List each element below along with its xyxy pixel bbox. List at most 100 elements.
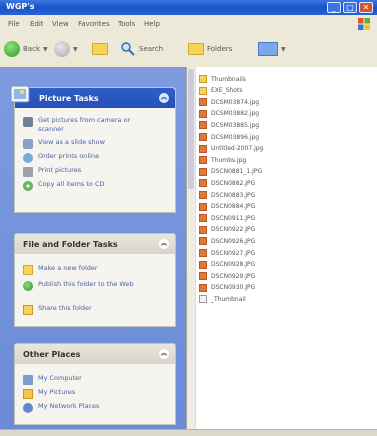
vertical-scrollbar[interactable] bbox=[187, 67, 196, 429]
file-item[interactable]: EXE_Shots bbox=[199, 85, 242, 97]
file-item[interactable]: DSCN0883.JPG bbox=[199, 189, 255, 201]
cd-icon bbox=[23, 181, 33, 191]
folder-icon bbox=[199, 75, 207, 83]
file-item[interactable]: DSCN0884.JPG bbox=[199, 201, 255, 213]
file-item[interactable]: DCSM03874.jpg bbox=[199, 96, 259, 108]
place-my-pictures[interactable]: My Pictures bbox=[23, 388, 156, 399]
file-item[interactable]: DSCN0930.JPG bbox=[199, 282, 255, 294]
collapse-chevron-icon[interactable]: ︽ bbox=[159, 239, 169, 249]
collapse-chevron-icon[interactable]: ︽ bbox=[159, 349, 169, 359]
file-name: DSCN0882.JPG bbox=[211, 179, 256, 187]
file-item[interactable]: Untitled-2007.jpg bbox=[199, 143, 263, 155]
title-bar[interactable]: WGP's _ □ ✕ bbox=[0, 0, 377, 15]
views-button[interactable]: ▼ bbox=[258, 40, 286, 58]
chevron-down-icon: ▼ bbox=[73, 45, 78, 53]
image-file-icon bbox=[199, 179, 207, 188]
file-item[interactable]: DSCN0911.JPG bbox=[199, 212, 255, 224]
back-button[interactable]: Back ▼ bbox=[4, 40, 48, 58]
file-name: Untitled-2007.jpg bbox=[211, 145, 264, 153]
file-name: DCSM03874.jpg bbox=[211, 98, 260, 106]
explorer-window: WGP's _ □ ✕ File Edit View Favorites Too… bbox=[0, 0, 377, 436]
file-item[interactable]: DSCN0929.JPG bbox=[199, 270, 255, 282]
slideshow-icon bbox=[23, 139, 33, 149]
task-order-prints[interactable]: Order prints online bbox=[23, 152, 156, 163]
file-item[interactable]: DSCN0926.JPG bbox=[199, 235, 255, 247]
file-item[interactable]: DCSM03882.jpg bbox=[199, 108, 259, 120]
file-item[interactable]: DSCN0882.JPG bbox=[199, 177, 255, 189]
publish-web-icon bbox=[23, 281, 33, 291]
task-copy-to-cd[interactable]: Copy all items to CD bbox=[23, 180, 156, 191]
other-places-header[interactable]: Other Places ︽ bbox=[15, 344, 175, 364]
file-name: DSCN0881_1.JPG bbox=[211, 168, 263, 176]
file-name: DCSM03885.jpg bbox=[211, 121, 260, 129]
menu-favorites[interactable]: Favorites bbox=[78, 20, 110, 28]
file-name: _Thumbnail bbox=[211, 295, 246, 303]
file-folder-tasks-title: File and Folder Tasks bbox=[23, 239, 118, 249]
menu-view[interactable]: View bbox=[52, 20, 69, 28]
image-file-icon bbox=[199, 202, 207, 211]
file-name: DSCN0884.JPG bbox=[211, 203, 256, 211]
image-file-icon bbox=[199, 109, 207, 118]
search-button[interactable]: Search bbox=[120, 40, 163, 58]
camera-icon bbox=[23, 117, 33, 127]
window-title: WGP's bbox=[6, 2, 35, 11]
collapse-chevron-icon[interactable]: ︽ bbox=[159, 93, 169, 103]
file-name: DSCN0911.JPG bbox=[211, 214, 256, 222]
image-file-icon bbox=[199, 249, 207, 257]
image-file-icon bbox=[199, 156, 207, 165]
picture-tasks-icon bbox=[10, 85, 30, 103]
menu-bar: File Edit View Favorites Tools Help bbox=[0, 15, 377, 34]
file-name: DSCN0883.JPG bbox=[211, 191, 256, 199]
close-button[interactable]: ✕ bbox=[359, 2, 373, 13]
file-item[interactable]: DSCN0922.JPG bbox=[199, 224, 255, 236]
minimize-button[interactable]: _ bbox=[327, 2, 341, 13]
file-item[interactable]: _Thumbnail bbox=[199, 293, 246, 305]
menu-edit[interactable]: Edit bbox=[30, 20, 44, 28]
file-icon bbox=[199, 295, 207, 304]
up-folder-button[interactable] bbox=[92, 40, 108, 58]
file-name: DSCN0928.JPG bbox=[211, 261, 256, 269]
file-name: DSCN0930.JPG bbox=[211, 284, 256, 292]
chevron-down-icon: ▼ bbox=[43, 45, 48, 53]
menu-tools[interactable]: Tools bbox=[118, 20, 135, 28]
windows-logo-icon bbox=[358, 18, 370, 30]
share-folder-icon bbox=[23, 305, 33, 315]
views-icon bbox=[258, 42, 278, 56]
place-my-computer[interactable]: My Computer bbox=[23, 374, 156, 385]
computer-icon bbox=[23, 375, 33, 385]
task-publish-web[interactable]: Publish this folder to the Web bbox=[23, 280, 156, 291]
file-folder-tasks-panel: File and Folder Tasks ︽ Make a new folde… bbox=[14, 233, 176, 327]
pictures-folder-icon bbox=[23, 389, 33, 399]
task-get-pictures[interactable]: Get pictures from camera or scanner bbox=[23, 116, 156, 134]
file-item[interactable]: DSCN0881_1.JPG bbox=[199, 166, 262, 178]
forward-button[interactable]: ▼ bbox=[54, 40, 78, 58]
task-new-folder[interactable]: Make a new folder bbox=[23, 264, 156, 275]
chevron-down-icon: ▼ bbox=[281, 45, 286, 53]
other-places-panel: Other Places ︽ My Computer My Pictures M… bbox=[14, 343, 176, 425]
printer-icon bbox=[23, 167, 33, 177]
file-name: DSCN0929.JPG bbox=[211, 272, 256, 280]
file-name: DCSM03896.jpg bbox=[211, 133, 260, 141]
menu-file[interactable]: File bbox=[8, 20, 20, 28]
picture-tasks-title: Picture Tasks bbox=[39, 93, 99, 103]
file-item[interactable]: DCSM03896.jpg bbox=[199, 131, 259, 143]
picture-tasks-header[interactable]: Picture Tasks ︽ bbox=[10, 85, 175, 108]
task-slide-show[interactable]: View as a slide show bbox=[23, 138, 156, 149]
scrollbar-thumb[interactable] bbox=[188, 69, 194, 189]
image-file-icon bbox=[199, 121, 207, 130]
folders-button[interactable]: Folders bbox=[188, 40, 232, 58]
file-folder-tasks-header[interactable]: File and Folder Tasks ︽ bbox=[15, 234, 175, 254]
file-item[interactable]: Thumbnails bbox=[199, 73, 246, 85]
task-share-folder[interactable]: Share this folder bbox=[23, 304, 156, 315]
maximize-button[interactable]: □ bbox=[343, 2, 357, 13]
file-item[interactable]: DSCN0928.JPG bbox=[199, 259, 255, 271]
task-print-pictures[interactable]: Print pictures bbox=[23, 166, 156, 177]
file-item[interactable]: DSCN0927.JPG bbox=[199, 247, 255, 259]
search-icon bbox=[121, 42, 135, 56]
file-item[interactable]: DCSM03885.jpg bbox=[199, 119, 259, 131]
menu-help[interactable]: Help bbox=[144, 20, 160, 28]
file-name: Thumbnails bbox=[211, 75, 246, 83]
place-my-network[interactable]: My Network Places bbox=[23, 402, 156, 413]
file-item[interactable]: Thumbs.jpg bbox=[199, 154, 246, 166]
image-file-icon bbox=[199, 283, 207, 292]
